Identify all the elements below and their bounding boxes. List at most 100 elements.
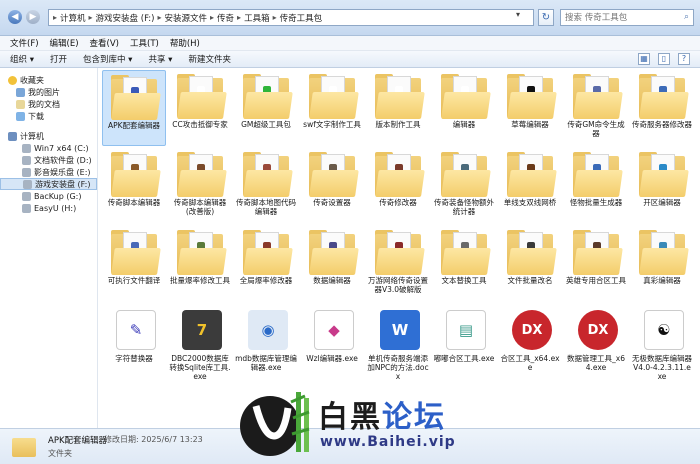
file-item-label: 数据管理工具_x64.exe <box>567 354 625 372</box>
file-item[interactable]: ✎ 字符替换器 <box>102 304 166 380</box>
file-item[interactable]: 传奇修改器 <box>366 148 430 224</box>
address-dropdown-icon[interactable]: ▾ <box>516 10 520 19</box>
file-item[interactable]: 数据编辑器 <box>300 226 364 302</box>
file-item[interactable]: 草莓编辑器 <box>498 70 562 146</box>
breadcrumb-separator-icon[interactable]: ▸ <box>210 13 214 22</box>
file-item[interactable]: W 单机传奇服务端添加NPC的方法.docx <box>366 304 430 381</box>
breadcrumb-item[interactable]: 游戏安装盘 (F:) <box>96 12 155 24</box>
file-item[interactable]: 批量爆率修改工具 <box>168 226 232 302</box>
view-mode-button[interactable]: ▦ <box>638 53 650 65</box>
menu-help[interactable]: 帮助(H) <box>170 37 200 49</box>
navigation-pane: 收藏夹 我的图片 我的文档 下载 计算机 Win7 x64 (C:) 文档软件盘… <box>0 68 98 428</box>
file-item[interactable]: CC攻击抵御专家 <box>168 70 232 146</box>
file-item[interactable]: 文件批量改名 <box>498 226 562 302</box>
breadcrumb-item[interactable]: 计算机 <box>60 12 86 24</box>
file-item[interactable]: APK配套编辑器 <box>102 70 166 146</box>
file-item[interactable]: ▤ 嘟嘟合区工具.exe <box>432 304 496 380</box>
breadcrumb-separator-icon[interactable]: ▸ <box>273 13 277 22</box>
file-item[interactable]: 全局爆率修改器 <box>234 226 298 302</box>
search-box[interactable]: ⌕ <box>560 9 694 26</box>
file-item[interactable]: 编辑器 <box>432 70 496 146</box>
file-item[interactable]: 文本替换工具 <box>432 226 496 302</box>
sidebar-item-documents[interactable]: 我的文档 <box>0 98 97 110</box>
breadcrumb-item[interactable]: 安装源文件 <box>165 12 208 24</box>
file-item[interactable]: 可执行文件翻译 <box>102 226 166 302</box>
folder-icon <box>441 228 491 276</box>
menu-tools[interactable]: 工具(T) <box>130 37 159 49</box>
file-item[interactable]: ◉ mdb数据库管理编辑器.exe <box>234 304 298 380</box>
file-item-label: 编辑器 <box>452 120 476 129</box>
file-item[interactable]: 传奇装备怪物额外统计器 <box>432 148 496 224</box>
breadcrumb-item[interactable]: 工具箱 <box>244 12 270 24</box>
share-button[interactable]: 共享 ▾ <box>148 53 172 65</box>
file-item[interactable]: 英雄专用合区工具 <box>564 226 628 302</box>
file-item[interactable]: 万游网络传奇设置器V3.0破解版 <box>366 226 430 302</box>
breadcrumb-separator-icon[interactable]: ▸ <box>157 13 161 22</box>
organize-button[interactable]: 组织 ▾ <box>10 53 34 65</box>
folder-icon <box>243 72 293 120</box>
new-folder-button[interactable]: 新建文件夹 <box>188 53 231 65</box>
folder-icon <box>375 150 425 198</box>
file-item[interactable]: 传奇脚本地图代码编辑器 <box>234 148 298 224</box>
menu-file[interactable]: 文件(F) <box>10 37 39 49</box>
menu-edit[interactable]: 编辑(E) <box>50 37 79 49</box>
file-item[interactable]: ☯ 无极数据库编辑器V4.0-4.2.3.11.exe <box>630 304 694 381</box>
file-item[interactable]: 传奇脚本编辑器(改善版) <box>168 148 232 224</box>
folder-icon <box>573 228 623 276</box>
file-item[interactable]: 版本制作工具 <box>366 70 430 146</box>
file-item[interactable]: 单线支双线网桥 <box>498 148 562 224</box>
file-item-label: 传奇装备怪物额外统计器 <box>434 198 494 216</box>
breadcrumb-separator-icon[interactable]: ▸ <box>237 13 241 22</box>
include-in-library-button[interactable]: 包含到库中 ▾ <box>83 53 132 65</box>
breadcrumb-item[interactable]: 传奇 <box>217 12 234 24</box>
file-item[interactable]: DX 数据管理工具_x64.exe <box>564 304 628 380</box>
sidebar-drive-e[interactable]: 影音娱乐盘 (E:) <box>0 166 97 178</box>
search-icon[interactable]: ⌕ <box>684 12 689 22</box>
folder-icon <box>111 73 161 121</box>
open-button[interactable]: 打开 <box>50 53 67 65</box>
sidebar-item-downloads[interactable]: 下载 <box>0 110 97 122</box>
sidebar-drive-h[interactable]: EasyU (H:) <box>0 202 97 214</box>
sidebar-drive-g[interactable]: BacKup (G:) <box>0 190 97 202</box>
file-grid: APK配套编辑器 CC攻击抵御专家 GM超级工具包 swf文字制作工具 版本制作工具 编辑… <box>98 68 700 428</box>
back-button[interactable]: ◀ <box>8 10 22 24</box>
sidebar-drive-c[interactable]: Win7 x64 (C:) <box>0 142 97 154</box>
file-item[interactable]: DX 合区工具_x64.exe <box>498 304 562 380</box>
file-item-label: 传奇GM命令生成器 <box>567 120 625 138</box>
help-button[interactable]: ? <box>678 53 690 65</box>
menu-view[interactable]: 查看(V) <box>90 37 119 49</box>
search-input[interactable] <box>561 10 673 25</box>
file-item[interactable]: 真彩编辑器 <box>630 226 694 302</box>
sidebar-item-pictures[interactable]: 我的图片 <box>0 86 97 98</box>
sidebar-computer[interactable]: 计算机 <box>0 130 97 142</box>
folder-icon <box>573 72 623 120</box>
file-item[interactable]: 7 DBC2000数据库转换Sqlite库工具.exe <box>168 304 232 381</box>
refresh-button[interactable]: ↻ <box>538 9 554 26</box>
file-item-label: 可执行文件翻译 <box>107 276 161 285</box>
application-icon: ✎ <box>111 306 157 354</box>
file-item[interactable]: 传奇GM命令生成器 <box>564 70 628 146</box>
folder-icon <box>639 72 689 120</box>
file-item[interactable]: 怪物批量生成器 <box>564 148 628 224</box>
file-item-label: 传奇脚本编辑器 <box>107 198 161 207</box>
breadcrumb-item[interactable]: 传奇工具包 <box>280 12 323 24</box>
breadcrumb-separator-icon[interactable]: ▸ <box>89 13 93 22</box>
preview-pane-button[interactable]: ▯ <box>658 53 670 65</box>
folder-icon <box>639 228 689 276</box>
file-item[interactable]: GM超级工具包 <box>234 70 298 146</box>
sidebar-drive-f[interactable]: 游戏安装盘 (F:) <box>0 178 97 190</box>
forward-button[interactable]: ▶ <box>26 10 40 24</box>
folder-icon <box>111 150 161 198</box>
file-item[interactable]: 传奇服务器修改器 <box>630 70 694 146</box>
folder-icon <box>441 150 491 198</box>
sidebar-drive-d[interactable]: 文档软件盘 (D:) <box>0 154 97 166</box>
address-bar[interactable]: ▸ 计算机 ▸ 游戏安装盘 (F:) ▸ 安装源文件 ▸ 传奇 ▸ 工具箱 ▸ 传奇工具包 <box>48 9 534 26</box>
file-item[interactable]: swf文字制作工具 <box>300 70 364 146</box>
sidebar-favorites[interactable]: 收藏夹 <box>0 74 97 86</box>
breadcrumb-separator-icon[interactable]: ▸ <box>53 13 57 22</box>
file-item[interactable]: 传奇脚本编辑器 <box>102 148 166 224</box>
file-item[interactable]: 开区编辑器 <box>630 148 694 224</box>
file-item[interactable]: 传奇设置器 <box>300 148 364 224</box>
file-item[interactable]: ◆ Wzl编辑器.exe <box>300 304 364 380</box>
application-icon: DX <box>573 306 619 354</box>
